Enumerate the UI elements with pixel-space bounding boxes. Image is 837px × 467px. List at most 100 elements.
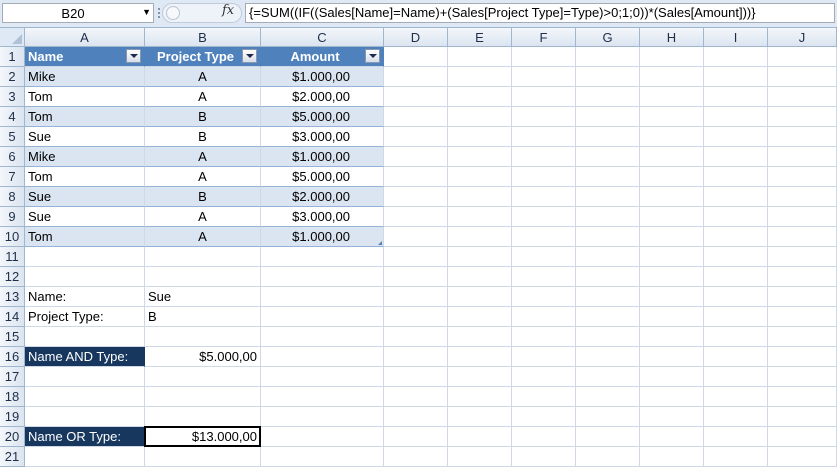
cell[interactable] <box>512 267 576 287</box>
cell[interactable] <box>576 187 640 207</box>
cell[interactable] <box>512 87 576 107</box>
cell[interactable] <box>768 307 837 327</box>
row-header-5[interactable]: 5 <box>0 127 25 147</box>
cell[interactable] <box>640 207 704 227</box>
table-cell-type[interactable]: A <box>145 167 261 187</box>
cell[interactable] <box>576 107 640 127</box>
cell[interactable] <box>448 287 512 307</box>
cell[interactable] <box>384 347 448 367</box>
cell[interactable] <box>384 147 448 167</box>
cell[interactable] <box>704 267 768 287</box>
cell[interactable] <box>448 267 512 287</box>
cell[interactable] <box>704 187 768 207</box>
cell[interactable] <box>448 187 512 207</box>
cell[interactable] <box>640 147 704 167</box>
cell[interactable] <box>384 387 448 407</box>
row-header-11[interactable]: 11 <box>0 247 25 267</box>
cell[interactable] <box>145 247 261 267</box>
column-header-c[interactable]: C <box>261 28 384 47</box>
name-or-type-result[interactable]: $13.000,00 <box>145 427 261 447</box>
table-cell-amount[interactable]: $1.000,00 <box>261 67 384 87</box>
cell[interactable] <box>704 307 768 327</box>
cell[interactable] <box>25 267 145 287</box>
cell[interactable] <box>261 407 384 427</box>
cell[interactable] <box>640 287 704 307</box>
cell[interactable] <box>384 407 448 427</box>
filter-dropdown-icon[interactable] <box>126 49 141 63</box>
cell[interactable] <box>576 207 640 227</box>
cell[interactable] <box>768 67 837 87</box>
cell[interactable] <box>768 287 837 307</box>
cell[interactable] <box>704 127 768 147</box>
column-header-d[interactable]: D <box>384 28 448 47</box>
cell[interactable] <box>261 367 384 387</box>
cell[interactable] <box>384 87 448 107</box>
cell[interactable] <box>261 267 384 287</box>
cell[interactable] <box>512 387 576 407</box>
row-header-12[interactable]: 12 <box>0 267 25 287</box>
cell[interactable] <box>384 327 448 347</box>
project-type-input-cell[interactable]: B <box>145 307 261 327</box>
cell[interactable] <box>448 107 512 127</box>
cell[interactable] <box>512 447 576 467</box>
cell[interactable] <box>640 367 704 387</box>
cell[interactable] <box>768 167 837 187</box>
cell[interactable] <box>448 427 512 447</box>
cell[interactable] <box>448 447 512 467</box>
cell[interactable] <box>384 127 448 147</box>
cell[interactable] <box>512 247 576 267</box>
table-cell-amount[interactable]: $3.000,00 <box>261 207 384 227</box>
table-cell-name[interactable]: Sue <box>25 127 145 147</box>
cell[interactable] <box>512 167 576 187</box>
cell[interactable] <box>640 247 704 267</box>
table-cell-type[interactable]: B <box>145 187 261 207</box>
cell[interactable] <box>704 87 768 107</box>
table-header-amount[interactable]: Amount <box>261 47 384 67</box>
cell[interactable] <box>261 287 384 307</box>
cell[interactable] <box>768 127 837 147</box>
cell[interactable] <box>384 167 448 187</box>
cell[interactable] <box>576 447 640 467</box>
cell[interactable] <box>384 267 448 287</box>
cell[interactable] <box>768 227 837 247</box>
table-cell-name[interactable]: Tom <box>25 107 145 127</box>
cell[interactable] <box>768 407 837 427</box>
chevron-down-icon[interactable]: ▼ <box>142 7 151 17</box>
cell[interactable] <box>704 147 768 167</box>
table-cell-type[interactable]: A <box>145 67 261 87</box>
row-header-8[interactable]: 8 <box>0 187 25 207</box>
cell[interactable] <box>145 267 261 287</box>
cell[interactable] <box>704 327 768 347</box>
cell[interactable] <box>512 107 576 127</box>
cell[interactable] <box>768 327 837 347</box>
table-cell-type[interactable]: A <box>145 227 261 247</box>
row-header-16[interactable]: 16 <box>0 347 25 367</box>
cell[interactable] <box>25 407 145 427</box>
cell[interactable] <box>576 327 640 347</box>
cell[interactable] <box>640 307 704 327</box>
cell[interactable] <box>576 407 640 427</box>
cell[interactable] <box>768 387 837 407</box>
cell[interactable] <box>576 147 640 167</box>
row-header-10[interactable]: 10 <box>0 227 25 247</box>
table-cell-amount[interactable]: $5.000,00 <box>261 107 384 127</box>
cell[interactable] <box>384 207 448 227</box>
cell[interactable] <box>25 247 145 267</box>
cell[interactable] <box>25 327 145 347</box>
column-header-j[interactable]: J <box>768 28 837 47</box>
column-header-e[interactable]: E <box>448 28 512 47</box>
cell[interactable] <box>768 447 837 467</box>
cell[interactable] <box>704 227 768 247</box>
cell[interactable] <box>768 267 837 287</box>
column-header-b[interactable]: B <box>145 28 261 47</box>
select-all-button[interactable] <box>0 28 25 47</box>
table-header-project-type[interactable]: Project Type <box>145 47 261 67</box>
cell[interactable] <box>261 307 384 327</box>
cell[interactable] <box>576 247 640 267</box>
column-header-i[interactable]: I <box>704 28 768 47</box>
row-header-20[interactable]: 20 <box>0 427 25 447</box>
row-header-14[interactable]: 14 <box>0 307 25 327</box>
cell[interactable] <box>145 367 261 387</box>
cell[interactable] <box>261 247 384 267</box>
table-cell-name[interactable]: Mike <box>25 147 145 167</box>
